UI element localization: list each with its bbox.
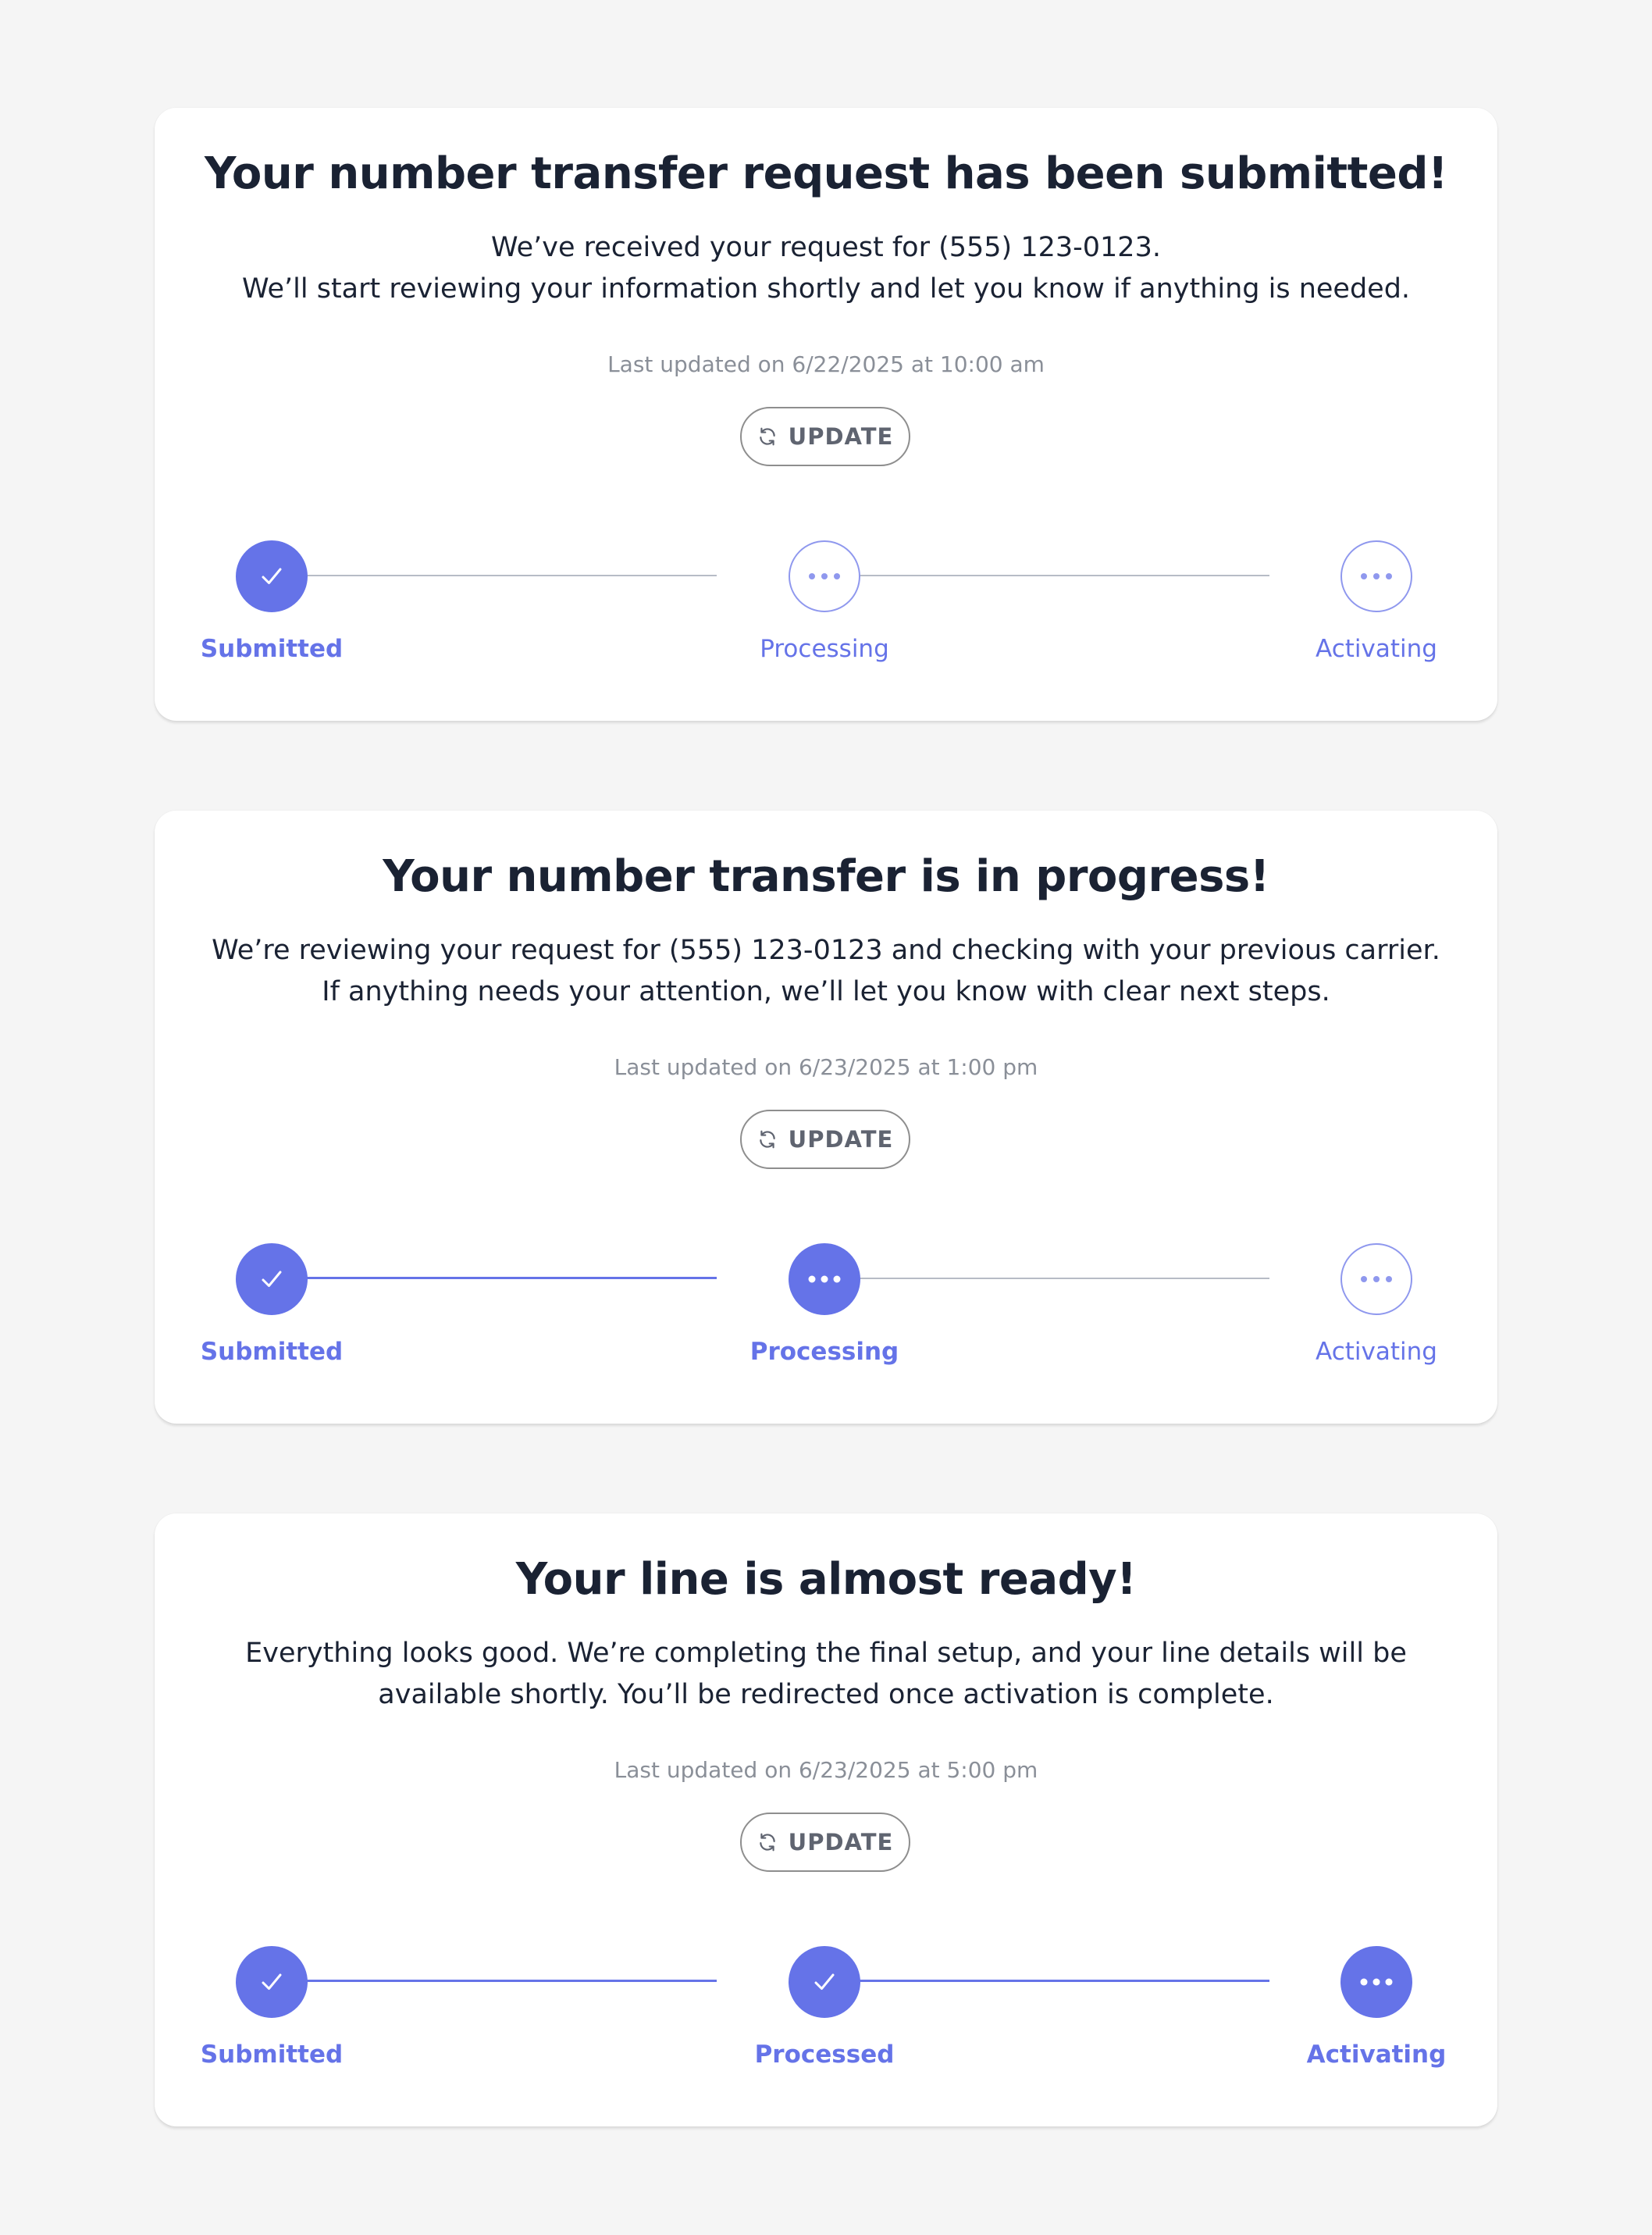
step-label-submitted: Submitted <box>200 635 344 663</box>
step-label-processing: Processing <box>749 1338 899 1366</box>
progress-stepper: Submitted Processing Activating <box>155 1240 1497 1373</box>
step-label-processing: Processing <box>760 635 889 663</box>
description-line: We’re reviewing your request for (555) 1… <box>212 935 1440 966</box>
step-pending-marker <box>789 540 860 612</box>
description-line: We’ll start reviewing your information s… <box>241 273 1411 305</box>
last-updated-text: Last updated on 6/22/2025 at 10:00 am <box>607 351 1045 377</box>
update-button[interactable]: UPDATE <box>740 1110 910 1169</box>
step-pending-marker <box>1340 540 1412 612</box>
update-button-label: UPDATE <box>788 423 894 450</box>
step-label-activating: Activating <box>1306 2041 1447 2069</box>
card-title: Your number transfer request has been su… <box>205 148 1447 199</box>
status-card-almost-ready: Your line is almost ready! Everything lo… <box>155 1513 1497 2126</box>
check-icon <box>262 1973 282 1990</box>
step-connector <box>824 1278 1269 1279</box>
update-button[interactable]: UPDATE <box>740 407 910 466</box>
card-title: Your line is almost ready! <box>515 1554 1137 1605</box>
step-connector <box>272 1277 717 1279</box>
last-updated-text: Last updated on 6/23/2025 at 5:00 pm <box>614 1757 1038 1783</box>
step-label-activating: Activating <box>1316 635 1437 663</box>
description-line: We’ve received your request for (555) 12… <box>491 232 1161 263</box>
card-description: We’re reviewing your request for (555) 1… <box>155 930 1497 1013</box>
update-button-label: UPDATE <box>788 1126 894 1153</box>
more-dots-icon <box>1361 573 1392 579</box>
more-dots-icon <box>1360 1978 1393 1986</box>
description-line: available shortly. You’ll be redirected … <box>378 1679 1274 1710</box>
progress-stepper: Submitted Processing Activating <box>155 537 1497 670</box>
more-dots-icon <box>1361 1276 1392 1282</box>
check-icon <box>262 1271 282 1287</box>
update-button[interactable]: UPDATE <box>740 1813 910 1872</box>
step-connector <box>272 575 717 576</box>
progress-stepper: Submitted Processed Activating <box>155 1943 1497 2076</box>
card-description: Everything looks good. We’re completing … <box>155 1633 1497 1716</box>
description-line: If anything needs your attention, we’ll … <box>322 976 1330 1007</box>
refresh-icon <box>759 427 775 446</box>
step-complete-marker <box>236 540 308 612</box>
card-description: We’ve received your request for (555) 12… <box>155 227 1497 310</box>
step-complete-marker <box>789 1946 860 2018</box>
step-connector <box>272 1980 717 1982</box>
step-complete-marker <box>236 1243 308 1315</box>
step-complete-marker <box>236 1946 308 2018</box>
step-pending-marker <box>1340 1243 1412 1315</box>
step-label-processed: Processed <box>754 2041 895 2069</box>
more-dots-icon <box>808 1275 841 1283</box>
status-card-submitted: Your number transfer request has been su… <box>155 108 1497 721</box>
refresh-icon <box>759 1833 775 1852</box>
last-updated-text: Last updated on 6/23/2025 at 1:00 pm <box>614 1054 1038 1080</box>
check-icon <box>262 568 282 584</box>
update-button-label: UPDATE <box>788 1829 894 1855</box>
more-dots-icon <box>809 573 840 579</box>
step-label-submitted: Submitted <box>200 2041 344 2069</box>
refresh-icon <box>759 1130 775 1149</box>
check-icon <box>814 1973 835 1990</box>
step-current-marker <box>1340 1946 1412 2018</box>
status-card-in-progress: Your number transfer is in progress! We’… <box>155 811 1497 1424</box>
description-line: Everything looks good. We’re completing … <box>245 1638 1407 1669</box>
step-label-submitted: Submitted <box>200 1338 344 1366</box>
step-connector <box>824 1980 1269 1982</box>
step-label-activating: Activating <box>1316 1338 1437 1366</box>
card-title: Your number transfer is in progress! <box>383 851 1269 902</box>
step-current-marker <box>789 1243 860 1315</box>
step-connector <box>824 575 1269 576</box>
